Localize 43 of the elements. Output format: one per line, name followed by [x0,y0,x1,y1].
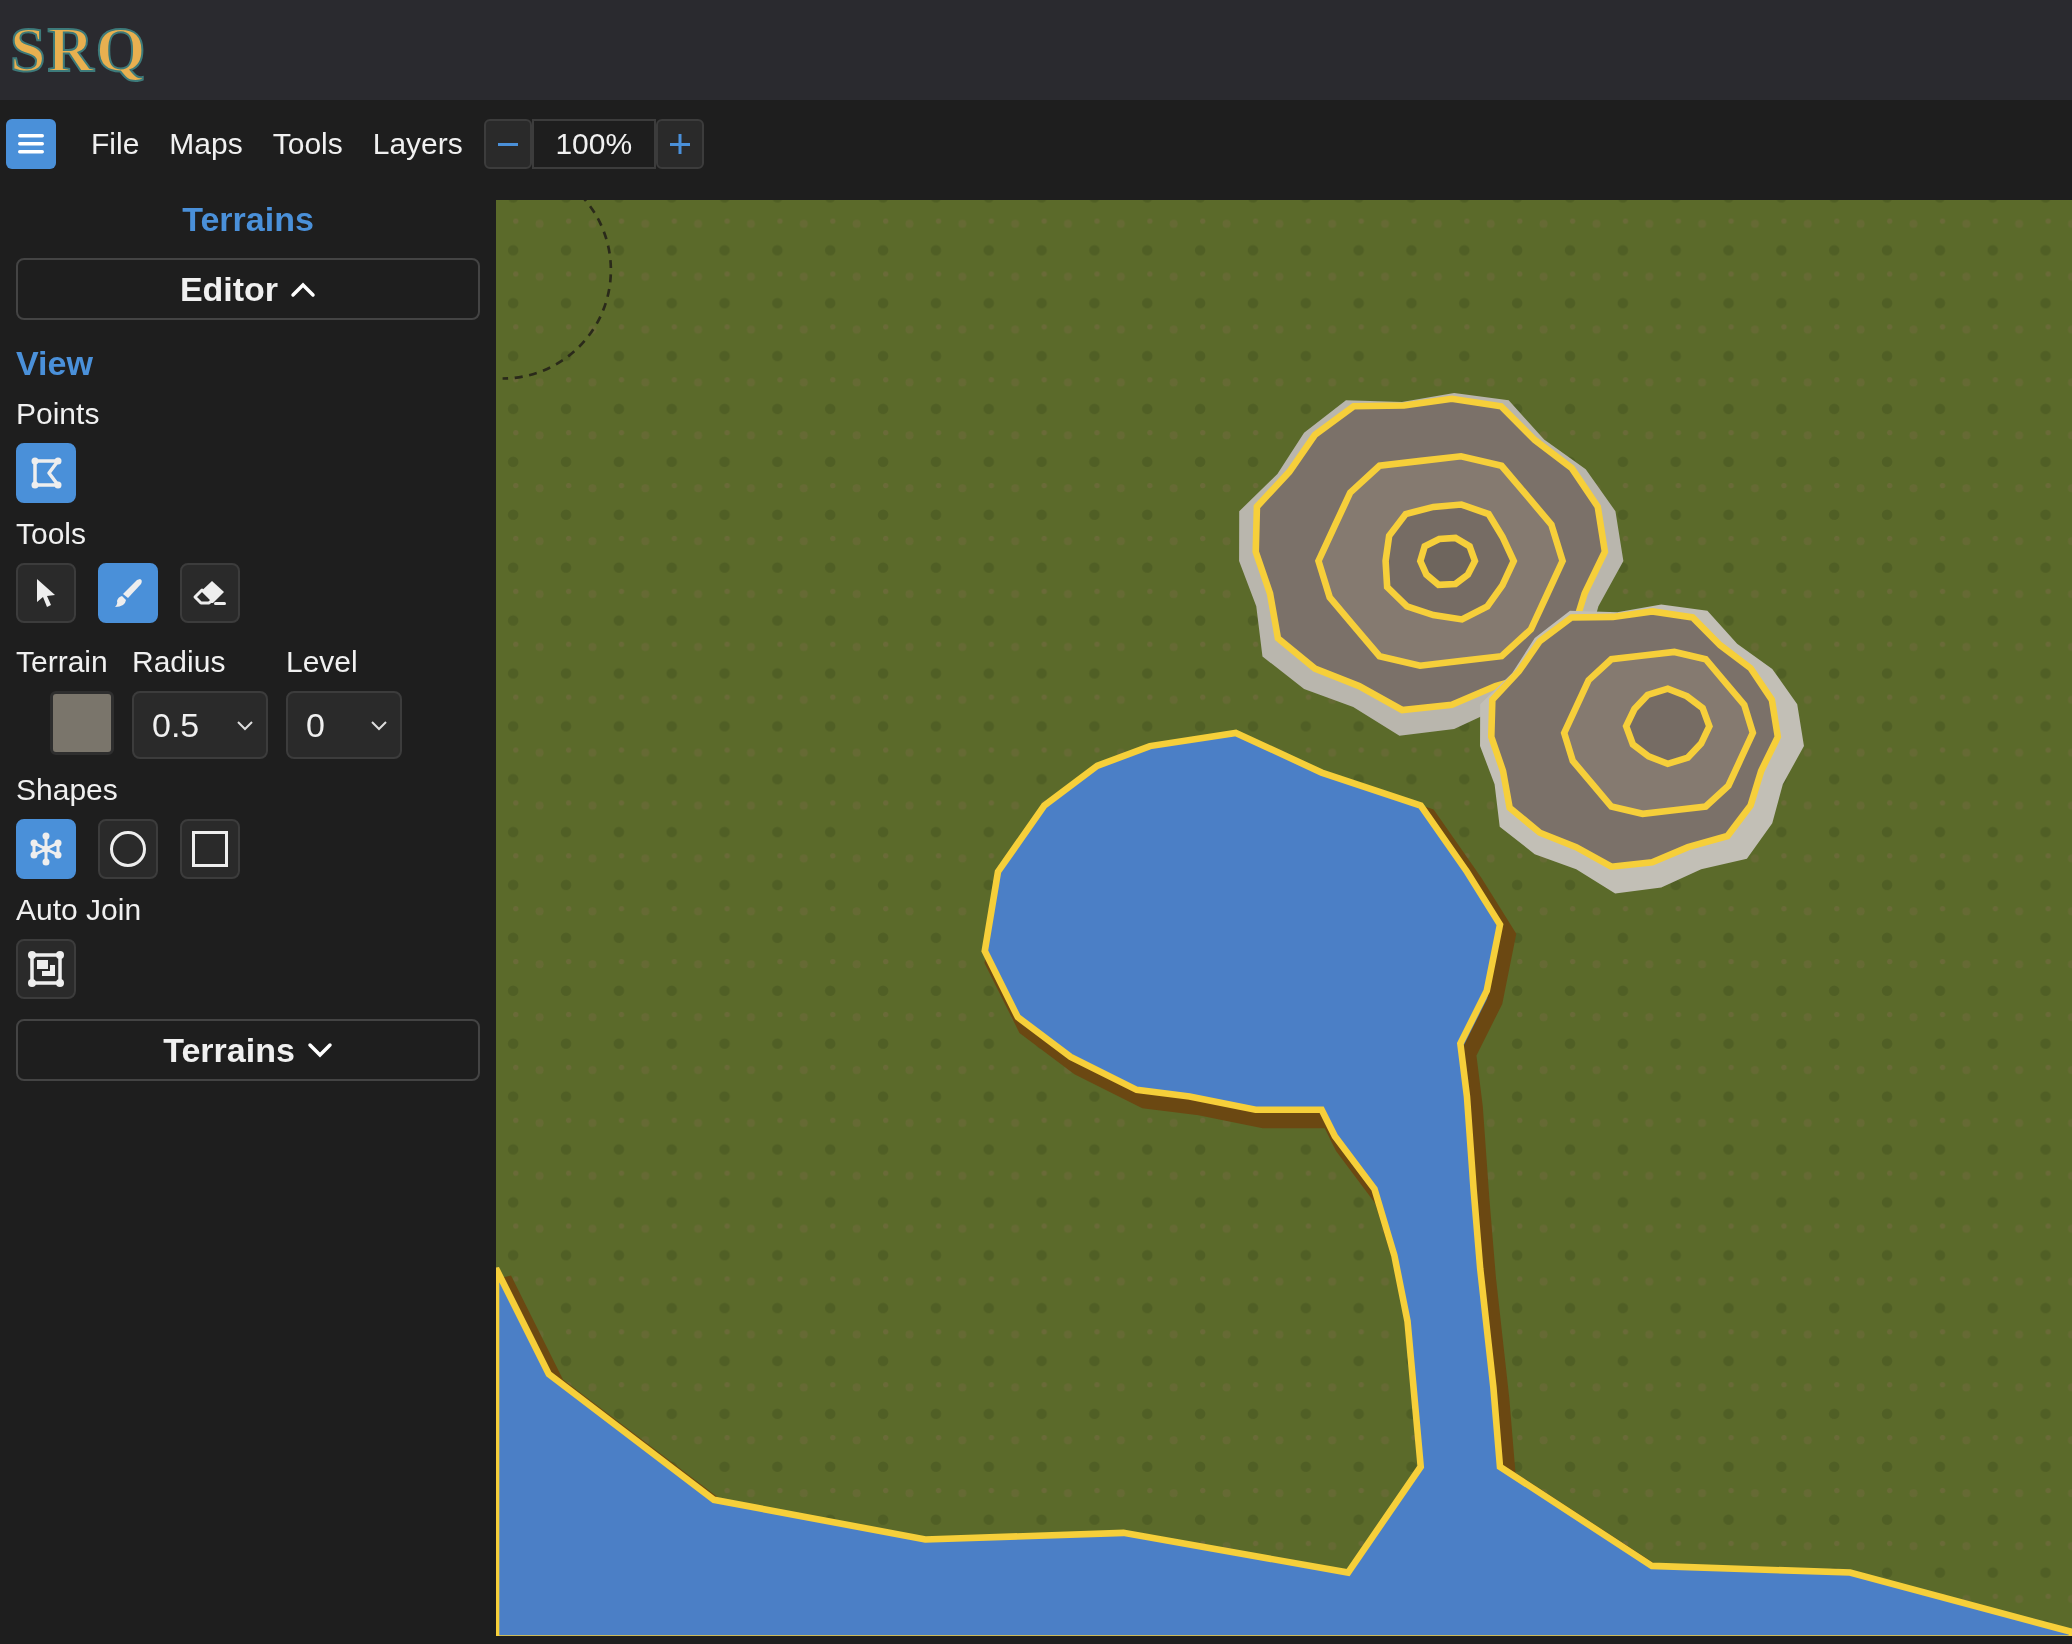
square-icon [192,831,228,867]
terrain-label: Terrain [16,645,108,679]
tool-button[interactable] [16,563,76,623]
circle-icon [109,830,147,868]
menu-item[interactable]: Maps [154,127,258,161]
auto-join-label: Auto Join [16,893,142,927]
auto-join-toggle[interactable] [16,939,76,999]
level-label: Level [286,645,358,679]
tool-button[interactable] [180,563,240,623]
shape-button[interactable] [98,819,158,879]
chevron-down-icon [236,719,254,731]
terrain-swatch[interactable] [50,691,114,755]
menu-item[interactable]: File [76,127,155,161]
tools-label: Tools [16,517,87,551]
node-network-icon [28,831,64,867]
map-canvas[interactable] [496,200,2072,1636]
radius-label: Radius [132,645,226,679]
chevron-down-icon [370,719,388,731]
menu-button[interactable] [6,119,56,169]
points-toggle[interactable] [16,443,76,503]
menu-icon [18,133,44,155]
zoom-in-button[interactable] [655,119,704,169]
plus-icon [668,133,691,155]
chevron-icon [306,1041,333,1059]
menu-item[interactable]: Tools [257,127,358,161]
merge-squares-icon [27,950,65,988]
points-label: Points [16,397,100,431]
zoom-value: 100% [531,119,656,169]
panel-title: Terrains [181,200,315,240]
shape-button[interactable] [180,819,240,879]
editor-section-toggle[interactable]: Editor [16,258,480,320]
level-select[interactable]: 0 [286,691,402,759]
menu-item[interactable]: Layers [357,127,478,161]
terrains-section-toggle[interactable]: Terrains [16,1019,480,1081]
eraser-icon [192,578,228,608]
shapes-label: Shapes [16,773,118,807]
logo: SRQ [10,13,148,87]
radius-select[interactable]: 0.5 [132,691,268,759]
polygon-points-icon [29,456,63,490]
minus-icon [497,142,518,146]
zoom-out-button[interactable] [483,119,532,169]
view-heading: View [16,344,93,383]
chevron-icon [290,280,317,298]
